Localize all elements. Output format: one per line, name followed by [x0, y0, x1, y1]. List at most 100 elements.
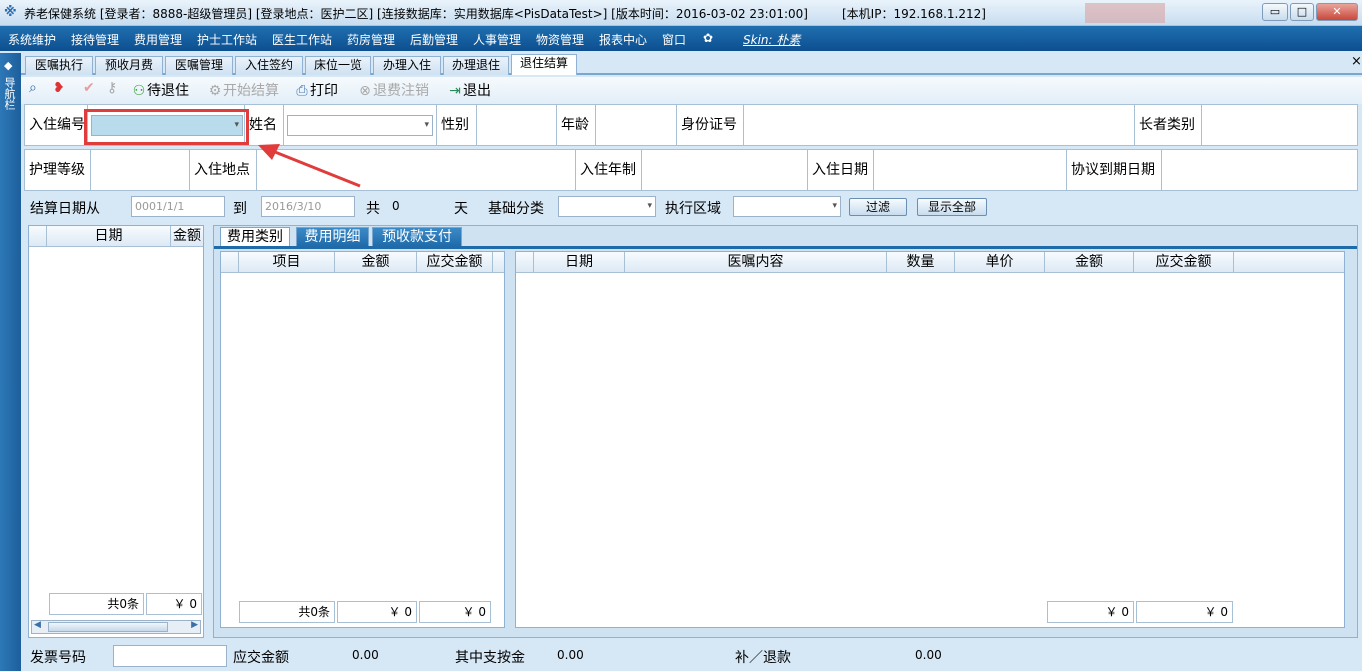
cancel-refund-button[interactable]: ⊗ 退费注销 — [357, 80, 429, 100]
care-level-value — [90, 149, 190, 191]
left-amount: ￥ 0 — [146, 593, 202, 615]
col-order-content[interactable]: 医嘱内容 — [625, 252, 887, 272]
tab-close-icon[interactable]: × — [1351, 54, 1362, 69]
col-unit-price[interactable]: 单价 — [955, 252, 1045, 272]
menu-bar: 系统维护 接待管理 费用管理 护士工作站 医生工作站 药房管理 后勤管理 人事管… — [0, 26, 1362, 51]
subtab-strip — [214, 246, 1357, 249]
refresh-icon[interactable]: ❥ — [53, 80, 65, 96]
age-label: 年龄 — [556, 104, 596, 146]
prepaid-value: 0.00 — [557, 648, 584, 662]
col-amount[interactable]: 金额 — [171, 226, 203, 246]
gender-label: 性别 — [436, 104, 477, 146]
col-item[interactable]: 项目 — [239, 252, 335, 272]
col-date[interactable]: 日期 — [534, 252, 625, 272]
menu-hr[interactable]: 人事管理 — [473, 31, 521, 48]
area-label: 执行区域 — [665, 201, 721, 217]
days-unit: 天 — [454, 201, 468, 217]
menu-reception[interactable]: 接待管理 — [71, 31, 119, 48]
col-date[interactable]: 日期 — [47, 226, 171, 246]
tab-discharge-settle[interactable]: 退住结算 — [511, 54, 577, 75]
local-ip: [本机IP：192.168.1.212] — [842, 7, 986, 21]
skin-icon[interactable]: ✿ — [703, 31, 713, 45]
maximize-button[interactable]: □ — [1290, 3, 1314, 21]
col-quantity[interactable]: 数量 — [887, 252, 955, 272]
exit-icon: ⇥ — [449, 83, 461, 99]
subtab-fee-detail[interactable]: 费用明细 — [296, 227, 369, 247]
skin-label[interactable]: Skin: 朴素 — [743, 31, 800, 48]
pending-discharge-button[interactable]: ⚇ 待退住 — [131, 80, 189, 100]
tab-order-mgmt[interactable]: 医嘱管理 — [165, 56, 233, 75]
left-count: 共0条 — [49, 593, 144, 615]
term-value — [641, 149, 808, 191]
invoice-label: 发票号码 — [30, 650, 86, 666]
col-due[interactable]: 应交金额 — [1134, 252, 1234, 272]
left-grid: 日期 金额 共0条 ￥ 0 ◀ ▶ — [28, 225, 204, 638]
menu-fees[interactable]: 费用管理 — [134, 31, 182, 48]
total-label: 共 — [366, 201, 380, 217]
start-settle-button[interactable]: ⚙ 开始结算 — [207, 80, 279, 100]
subtab-prepaid[interactable]: 预收款支付 — [372, 227, 462, 247]
tab-prepaid[interactable]: 预收月费 — [95, 56, 163, 75]
menu-system[interactable]: 系统维护 — [8, 31, 56, 48]
tab-sign[interactable]: 入住签约 — [235, 56, 303, 75]
left-grid-header: 日期 金额 — [29, 226, 203, 247]
due-date-label: 协议到期日期 — [1066, 149, 1162, 191]
elder-type-value — [1201, 104, 1358, 146]
col-amount[interactable]: 金额 — [335, 252, 417, 272]
close-button[interactable]: ✕ — [1316, 3, 1358, 21]
nav-toggle-icon[interactable]: ◆ — [4, 59, 12, 72]
tab-bar: 医嘱执行 预收月费 医嘱管理 入住签约 床位一览 办理入住 办理退住 退住结算 … — [21, 53, 1362, 75]
printer-icon: ⎙ — [296, 83, 308, 99]
menu-nurse[interactable]: 护士工作站 — [197, 31, 257, 48]
splitter-handle[interactable] — [507, 251, 513, 628]
filter-button[interactable]: 过滤 — [849, 198, 907, 216]
date-to-picker[interactable]: 2016/3/10 — [261, 196, 355, 217]
category-select[interactable]: ▾ — [558, 196, 656, 217]
calc-icon: ⚙ — [208, 83, 222, 99]
id-no-value — [743, 104, 1135, 146]
menu-reports[interactable]: 报表中心 — [599, 31, 647, 48]
search-icon[interactable]: ⌕ — [29, 80, 37, 96]
menu-pharmacy[interactable]: 药房管理 — [347, 31, 395, 48]
tab-beds[interactable]: 床位一览 — [305, 56, 371, 75]
scroll-right-icon[interactable]: ▶ — [191, 620, 198, 630]
admit-date-label: 入住日期 — [807, 149, 874, 191]
gender-value — [476, 104, 557, 146]
toolbar: ⌕ ❥ ✔ ⚷ ⚇ 待退住 ⚙ 开始结算 ⎙ 打印 ⊗ 退费注销 ⇥ 退出 — [21, 77, 1362, 104]
date-from-picker[interactable]: 0001/1/1 — [131, 196, 225, 217]
name-combo[interactable]: ▾ — [287, 115, 433, 136]
due-amount-value: 0.00 — [352, 648, 379, 662]
tab-order-exec[interactable]: 医嘱执行 — [25, 56, 93, 75]
show-all-button[interactable]: 显示全部 — [917, 198, 987, 216]
menu-doctor[interactable]: 医生工作站 — [272, 31, 332, 48]
nav-strip[interactable]: ◆ 导航栏 — [0, 53, 21, 671]
to-label: 到 — [233, 201, 247, 217]
tab-admit[interactable]: 办理入住 — [373, 56, 441, 75]
scroll-thumb[interactable] — [48, 622, 168, 632]
col-amount[interactable]: 金额 — [1045, 252, 1134, 272]
due-amount-label: 应交金额 — [233, 650, 289, 666]
subtab-fee-category[interactable]: 费用类别 — [220, 227, 290, 247]
dropdown-arrow-icon: ▾ — [832, 201, 837, 211]
admit-date-value — [873, 149, 1067, 191]
term-label: 入住年制 — [575, 149, 642, 191]
mid-grid-header: 项目 金额 应交金额 — [221, 252, 504, 273]
tab-discharge[interactable]: 办理退住 — [443, 56, 509, 75]
invoice-input[interactable] — [113, 645, 227, 667]
minimize-button[interactable]: ▭ — [1262, 3, 1288, 21]
menu-logistics[interactable]: 后勤管理 — [410, 31, 458, 48]
col-due[interactable]: 应交金额 — [417, 252, 493, 272]
menu-materials[interactable]: 物资管理 — [536, 31, 584, 48]
exit-button[interactable]: ⇥ 退出 — [447, 80, 491, 100]
age-value — [595, 104, 677, 146]
care-level-label: 护理等级 — [24, 149, 91, 191]
scroll-left-icon[interactable]: ◀ — [34, 620, 41, 630]
elder-type-label: 长者类别 — [1134, 104, 1202, 146]
print-button[interactable]: ⎙ 打印 — [294, 80, 338, 100]
due-date-value — [1161, 149, 1358, 191]
left-scrollbar[interactable]: ◀ ▶ — [31, 620, 201, 634]
area-select[interactable]: ▾ — [733, 196, 841, 217]
mid-amount: ￥ 0 — [337, 601, 417, 623]
cancel-icon: ⊗ — [359, 83, 371, 99]
menu-window[interactable]: 窗口 — [662, 31, 686, 48]
